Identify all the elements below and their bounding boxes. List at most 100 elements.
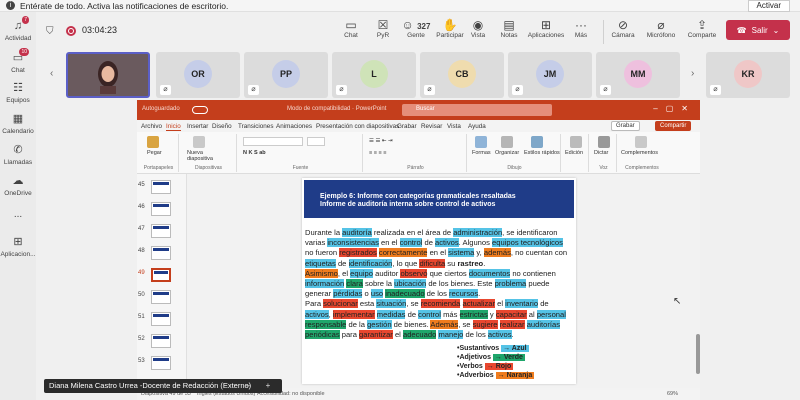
highlighted-word: sugiere <box>472 319 498 329</box>
mic-off-icon: ⌀ <box>248 85 259 95</box>
rail-item-apps[interactable]: ⊞ Aplicacion... <box>0 236 36 258</box>
participant-tile[interactable]: PP ⌀ <box>244 52 328 98</box>
tab-grabar[interactable]: Grabar <box>397 123 417 130</box>
tab-vista[interactable]: Vista <box>447 123 461 130</box>
font-name-select[interactable] <box>243 137 303 146</box>
tab-archivo[interactable]: Archivo <box>141 123 162 130</box>
shapes-button[interactable]: Formas <box>472 150 491 156</box>
participant-tile-self[interactable] <box>66 52 150 98</box>
mic-off-icon: ⌀ <box>160 85 171 95</box>
camera-off-icon: ⊘ <box>617 18 629 32</box>
shapes-icon <box>475 136 487 148</box>
highlighted-word: realizar <box>499 319 525 329</box>
presenter-name-bar: Diana Milena Castro Urrea -Docente de Re… <box>44 379 282 393</box>
phone-hangup-icon: ☎ <box>736 25 747 35</box>
arrange-icon <box>501 136 513 148</box>
participant-tile[interactable]: MM ⌀ <box>596 52 680 98</box>
rail-item-calls[interactable]: ✆ Llamadas <box>0 144 36 166</box>
mic-off-icon: ⌀ <box>600 85 611 95</box>
slide-thumbnail[interactable] <box>151 356 171 370</box>
qa-button[interactable]: ☒ PyR <box>366 18 400 39</box>
edit-button[interactable]: Edición <box>565 150 583 156</box>
rail-item-teams[interactable]: ☷ Equipos <box>0 82 36 104</box>
quick-styles-button[interactable]: Estilos rápidos <box>524 150 560 156</box>
legend-color-tag: → Rojo <box>484 363 514 370</box>
notes-icon: ▤ <box>503 18 515 32</box>
presenter-name: Diana Milena Castro Urrea -Docente de Re… <box>49 381 252 390</box>
rail-item-calendar[interactable]: ▦ Calendario <box>0 113 36 135</box>
slide-thumbnail[interactable] <box>151 180 171 194</box>
tab-presentacion[interactable]: Presentación con diapositivas <box>316 123 399 130</box>
slide-thumbnail[interactable] <box>151 202 171 216</box>
tab-revisar[interactable]: Revisar <box>421 123 442 130</box>
highlighted-word: equipos tecnológicos <box>492 238 563 248</box>
list-buttons[interactable]: ☰ ☰ ⇤ ⇥ <box>369 138 393 144</box>
font-size-select[interactable] <box>307 137 325 146</box>
slide-thumbnail[interactable] <box>151 334 171 348</box>
new-slide-button[interactable]: Nueva diapositiva <box>187 150 217 162</box>
align-buttons[interactable]: ≡ ≡ ≡ ≡ <box>369 150 386 156</box>
slide-text-run: de <box>422 238 436 248</box>
view-button[interactable]: ◉ Vista <box>461 18 495 39</box>
bell-icon: ♫ 7 <box>13 16 29 32</box>
zoom-out-button[interactable]: – <box>240 381 256 391</box>
slide-thumbnail[interactable] <box>151 246 171 260</box>
chevron-left-icon[interactable]: ‹ <box>50 68 53 79</box>
search-box[interactable]: Buscar <box>402 104 552 116</box>
paragraph-1: Durante la auditoría realizada en el áre… <box>305 228 573 269</box>
chat-button[interactable]: ▭ Chat <box>334 18 368 39</box>
participant-tile[interactable]: OR ⌀ <box>156 52 240 98</box>
slide-text-run: más <box>440 309 460 319</box>
addins-button[interactable]: Complementos <box>621 150 658 156</box>
tab-animaciones[interactable]: Animaciones <box>276 123 312 130</box>
tab-diseno[interactable]: Diseño <box>212 123 232 130</box>
rail-item-activity[interactable]: ♫ 7 Actividad <box>0 16 36 42</box>
mic-off-icon: ⌀ <box>424 85 435 95</box>
participant-tile[interactable]: L ⌀ <box>332 52 416 98</box>
autosave-toggle[interactable] <box>192 106 208 114</box>
more-icon: ··· <box>575 18 587 32</box>
highlighted-word: sistema <box>448 248 475 258</box>
ppt-share-button[interactable]: Compartir <box>655 121 692 131</box>
paste-button[interactable]: Pegar <box>147 150 162 156</box>
rail-item-onedrive[interactable]: ☁ OneDrive <box>0 175 36 197</box>
voice-group: Dictar Voz <box>591 134 617 172</box>
leave-button[interactable]: ☎ Salir ⌄ <box>726 20 790 40</box>
current-slide[interactable]: Ejemplo 6: Informe con categorías gramat… <box>302 178 576 384</box>
participant-tile[interactable]: KR ⌀ <box>706 52 790 98</box>
tab-transiciones[interactable]: Transiciones <box>238 123 273 130</box>
apps-button[interactable]: ⊞ Aplicaciones <box>524 18 568 39</box>
zoom-level[interactable]: 69% <box>667 391 678 397</box>
activate-notifications-button[interactable]: Activar <box>747 0 790 12</box>
participant-tile[interactable]: CB ⌀ <box>420 52 504 98</box>
format-buttons[interactable]: N K S ab <box>243 150 266 156</box>
slide-thumbnail[interactable] <box>151 312 171 326</box>
slide-thumbnail[interactable] <box>151 290 171 304</box>
mic-button[interactable]: ⌀ Micrófono <box>642 18 680 39</box>
camera-button[interactable]: ⊘ Cámara <box>606 18 640 39</box>
avatar: JM <box>536 60 564 88</box>
window-controls[interactable]: –▢✕ <box>653 104 696 113</box>
rail-item-chat[interactable]: ▭ 10 Chat <box>0 48 36 74</box>
paragraph-3: Para solucionar esta situación, se recom… <box>305 299 573 340</box>
share-button[interactable]: ⇪ Comparte <box>682 18 722 39</box>
tab-insertar[interactable]: Insertar <box>187 123 208 130</box>
more-button[interactable]: ··· Más <box>564 18 598 39</box>
slide-thumbnail-selected[interactable] <box>151 268 171 282</box>
chevron-right-icon[interactable]: › <box>691 68 694 79</box>
slide-thumbnail[interactable] <box>151 224 171 238</box>
legend-label: •Sustantivos <box>457 345 502 352</box>
participant-tile[interactable]: JM ⌀ <box>508 52 592 98</box>
dictate-button[interactable]: Dictar <box>594 150 608 156</box>
new-slide-icon <box>193 136 205 148</box>
slide-text-run: su <box>445 258 458 268</box>
tab-inicio[interactable]: Inicio <box>166 123 181 131</box>
vertical-scrollbar[interactable] <box>696 334 700 374</box>
zoom-in-button[interactable]: + <box>260 381 276 391</box>
rail-item-more[interactable]: ... <box>0 209 36 220</box>
notes-button[interactable]: ▤ Notas <box>492 18 526 39</box>
record-button[interactable]: Grabar <box>611 121 640 131</box>
tab-ayuda[interactable]: Ayuda <box>468 123 486 130</box>
highlighted-word: responsable <box>305 319 347 329</box>
arrange-button[interactable]: Organizar <box>495 150 519 156</box>
